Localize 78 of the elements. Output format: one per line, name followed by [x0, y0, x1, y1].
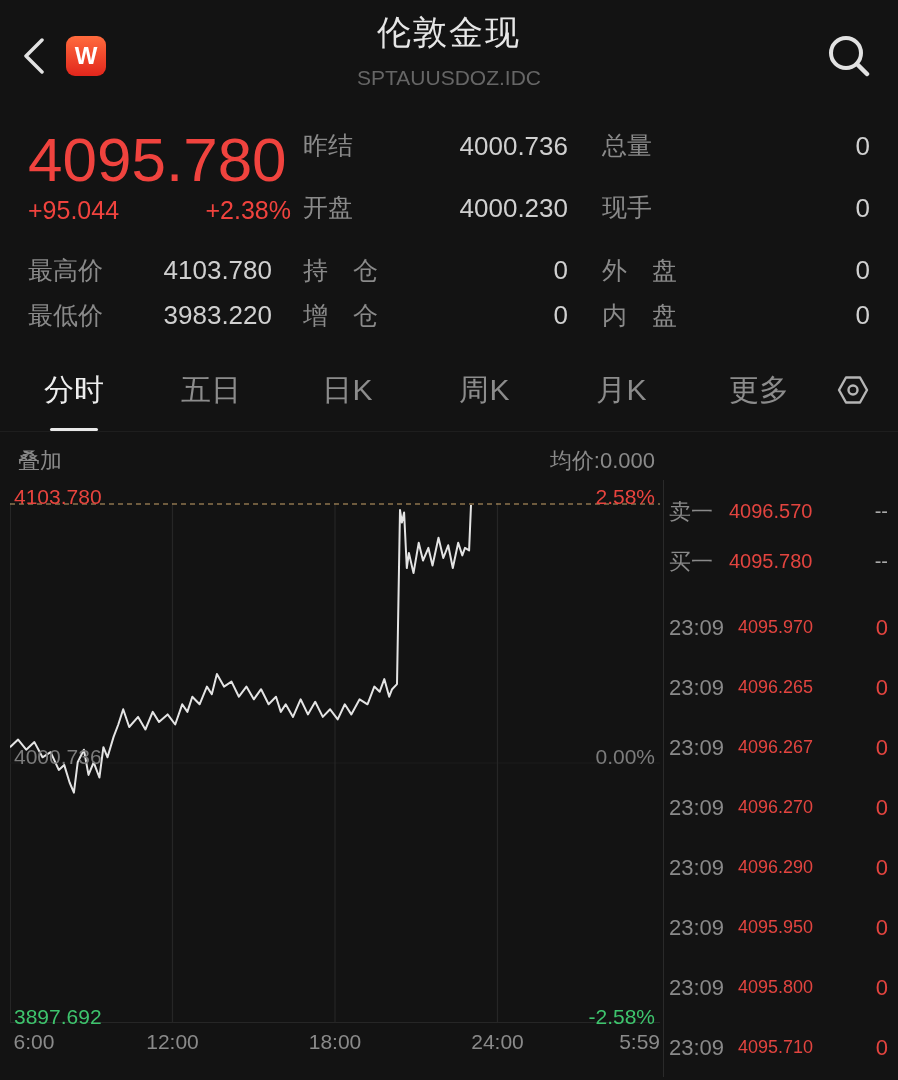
last-price: 4095.780	[28, 129, 288, 191]
trade-price: 4095.970	[738, 615, 814, 639]
stat-value: 0	[855, 299, 870, 332]
time-axis-label: 12:00	[146, 1030, 199, 1054]
time-axis-label: 18:00	[308, 1030, 362, 1054]
time-axis-label: 6:00	[13, 1030, 55, 1054]
price-change: +95.044	[28, 196, 120, 224]
order-price: 4095.780	[729, 549, 813, 574]
symbol-code: SPTAUUSDOZ.IDC	[357, 66, 541, 90]
trade-time: 23:09	[669, 673, 726, 702]
trade-time: 23:09	[669, 1033, 726, 1062]
trade-volume: 0	[875, 973, 888, 1002]
chart-tab[interactable]: 五日	[142, 352, 279, 431]
stat-value: 4000.736	[459, 129, 568, 163]
tab-indicator	[49, 428, 98, 431]
price-axis-label: 3897.692	[14, 1005, 102, 1029]
stat-label: 内 盘	[602, 299, 677, 331]
stat-label: 持 仓	[303, 254, 378, 286]
order-volume: --	[874, 549, 888, 574]
stat-value: 0	[855, 129, 870, 163]
overlay-option[interactable]: 叠加	[18, 443, 62, 477]
trade-time: 23:09	[669, 973, 726, 1002]
stat-label: 开盘	[303, 192, 353, 224]
stat-label: 最高价	[28, 254, 103, 286]
trade-volume: 0	[875, 1033, 888, 1062]
trade-price: 4096.265	[738, 675, 814, 699]
trade-volume: 0	[875, 793, 888, 822]
stat-label: 最低价	[28, 299, 103, 331]
trade-volume: 0	[875, 913, 888, 942]
trade-volume: 0	[875, 733, 888, 762]
trade-time: 23:09	[669, 733, 726, 762]
order-price: 4096.570	[729, 499, 813, 524]
chart-tab[interactable]: 月K	[553, 352, 690, 431]
trade-time: 23:09	[669, 793, 726, 822]
back-icon[interactable]	[22, 38, 46, 74]
order-level-label: 卖一	[669, 497, 714, 526]
stat-value: 4103.780	[163, 254, 272, 287]
trade-price: 4095.800	[738, 975, 814, 999]
trade-volume: 0	[875, 853, 888, 882]
stat-value: 0	[855, 191, 870, 225]
stat-value: 3983.220	[163, 299, 272, 332]
trade-volume: 0	[875, 673, 888, 702]
stat-value: 0	[553, 254, 568, 287]
trade-volume: 0	[875, 613, 888, 642]
trade-price: 4095.710	[738, 1035, 814, 1059]
trade-price: 4095.950	[738, 915, 814, 939]
trade-time: 23:09	[669, 853, 726, 882]
order-level-label: 买一	[669, 547, 714, 576]
trade-price: 4096.290	[738, 855, 814, 879]
price-change-percent: +2.38%	[205, 196, 291, 224]
trade-price: 4096.267	[738, 735, 814, 759]
page-title: 伦敦金现	[377, 12, 521, 52]
percent-axis-label: 2.58%	[595, 485, 655, 509]
order-volume: --	[874, 499, 888, 524]
percent-axis-label: -2.58%	[588, 1005, 655, 1029]
app-logo: W	[66, 36, 106, 76]
trade-price: 4096.270	[738, 795, 814, 819]
average-price: 均价:0.000	[549, 446, 655, 475]
stat-value: 4000.230	[459, 191, 568, 225]
percent-axis-label: 0.00%	[595, 745, 655, 769]
stat-value: 0	[553, 299, 568, 332]
stat-value: 0	[855, 254, 870, 287]
settings-icon[interactable]	[837, 374, 869, 406]
time-axis-label: 5:59	[619, 1030, 660, 1054]
stat-label: 外 盘	[602, 254, 677, 286]
stat-label: 总量	[602, 130, 652, 162]
time-axis-label: 24:00	[471, 1030, 524, 1054]
chart-tab[interactable]: 周K	[416, 352, 553, 431]
stat-label: 增 仓	[303, 299, 378, 331]
price-axis-label: 4103.780	[14, 485, 102, 509]
chart-tab[interactable]: 日K	[279, 352, 416, 431]
trade-time: 23:09	[669, 613, 726, 642]
search-icon[interactable]	[828, 35, 870, 77]
stat-label: 昨结	[303, 130, 353, 162]
chart-tab[interactable]: 分时	[5, 352, 142, 431]
chart-tab[interactable]: 更多	[690, 352, 827, 431]
trade-time: 23:09	[669, 913, 726, 942]
stat-label: 现手	[602, 192, 652, 224]
